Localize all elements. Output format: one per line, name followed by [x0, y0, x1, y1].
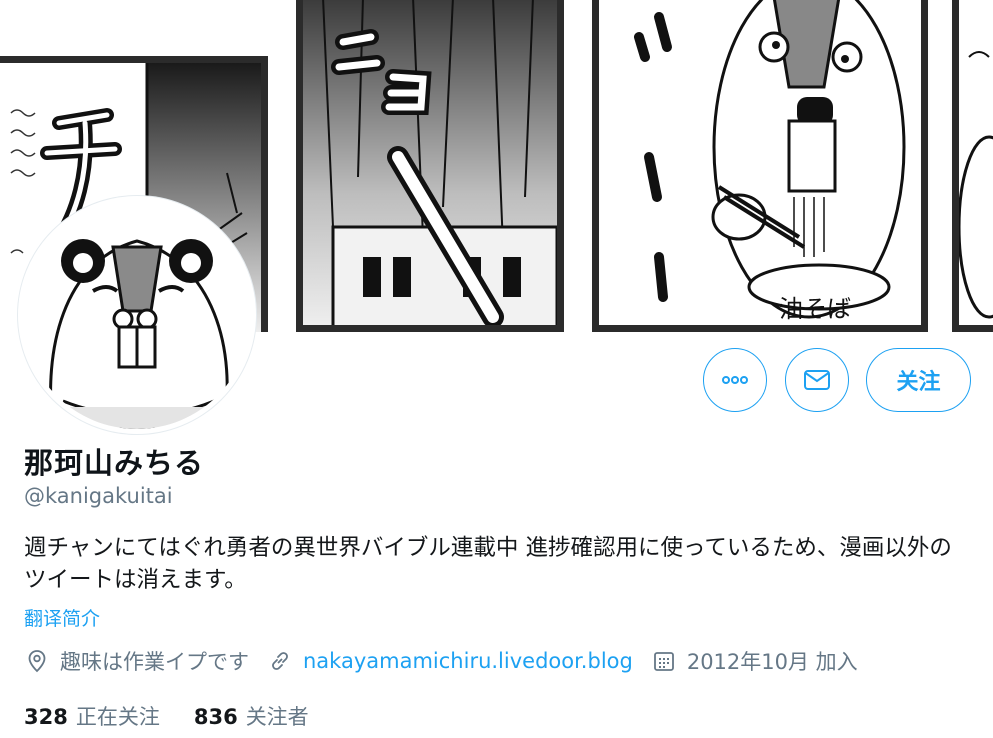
followers-label: 关注者 — [245, 705, 309, 729]
manga-panel-2-art — [303, 0, 557, 325]
location-text: 趣味は作業イプです — [60, 650, 249, 674]
translate-bio-link[interactable]: 翻译简介 — [24, 604, 100, 631]
manga-panel-4-art — [959, 0, 993, 325]
message-button[interactable] — [785, 348, 849, 412]
joined-date: 2012年10月 加入 — [686, 650, 858, 674]
user-handle: @kanigakuitai — [24, 484, 173, 508]
following-label: 正在关注 — [75, 705, 160, 729]
avatar[interactable] — [18, 196, 256, 434]
display-name: 那珂山みちる — [24, 446, 205, 480]
following-number: 328 — [24, 705, 68, 729]
followers-count[interactable]: 836 关注者 — [194, 701, 309, 731]
more-button[interactable] — [703, 348, 767, 412]
calendar-icon — [651, 648, 677, 674]
beaver-avatar-art — [23, 201, 251, 429]
profile-bio: 週チャンにてはぐれ勇者の異世界バイブル連載中 進捗確認用に使っているため、漫画以… — [24, 535, 952, 593]
more-dots-icon — [722, 376, 748, 384]
manga-panel-3: 油そば — [592, 0, 928, 332]
envelope-icon — [804, 370, 830, 390]
location-pin-icon — [24, 648, 50, 674]
manga-panel-4 — [952, 0, 993, 332]
follow-counts: 328 正在关注 836 关注者 — [24, 701, 343, 731]
bowl-label: 油そば — [779, 295, 851, 323]
website-link[interactable]: nakayamamichiru.livedoor.blog — [303, 649, 633, 673]
follow-button[interactable]: 关注 — [866, 348, 971, 412]
manga-panel-3-art: 油そば — [599, 0, 921, 325]
followers-number: 836 — [193, 705, 238, 729]
manga-panel-2 — [296, 0, 564, 332]
following-count[interactable]: 328 正在关注 — [24, 701, 160, 731]
profile-meta: 趣味は作業イプです nakayamamichiru.livedoor.blog … — [24, 646, 858, 676]
link-icon — [267, 648, 293, 674]
